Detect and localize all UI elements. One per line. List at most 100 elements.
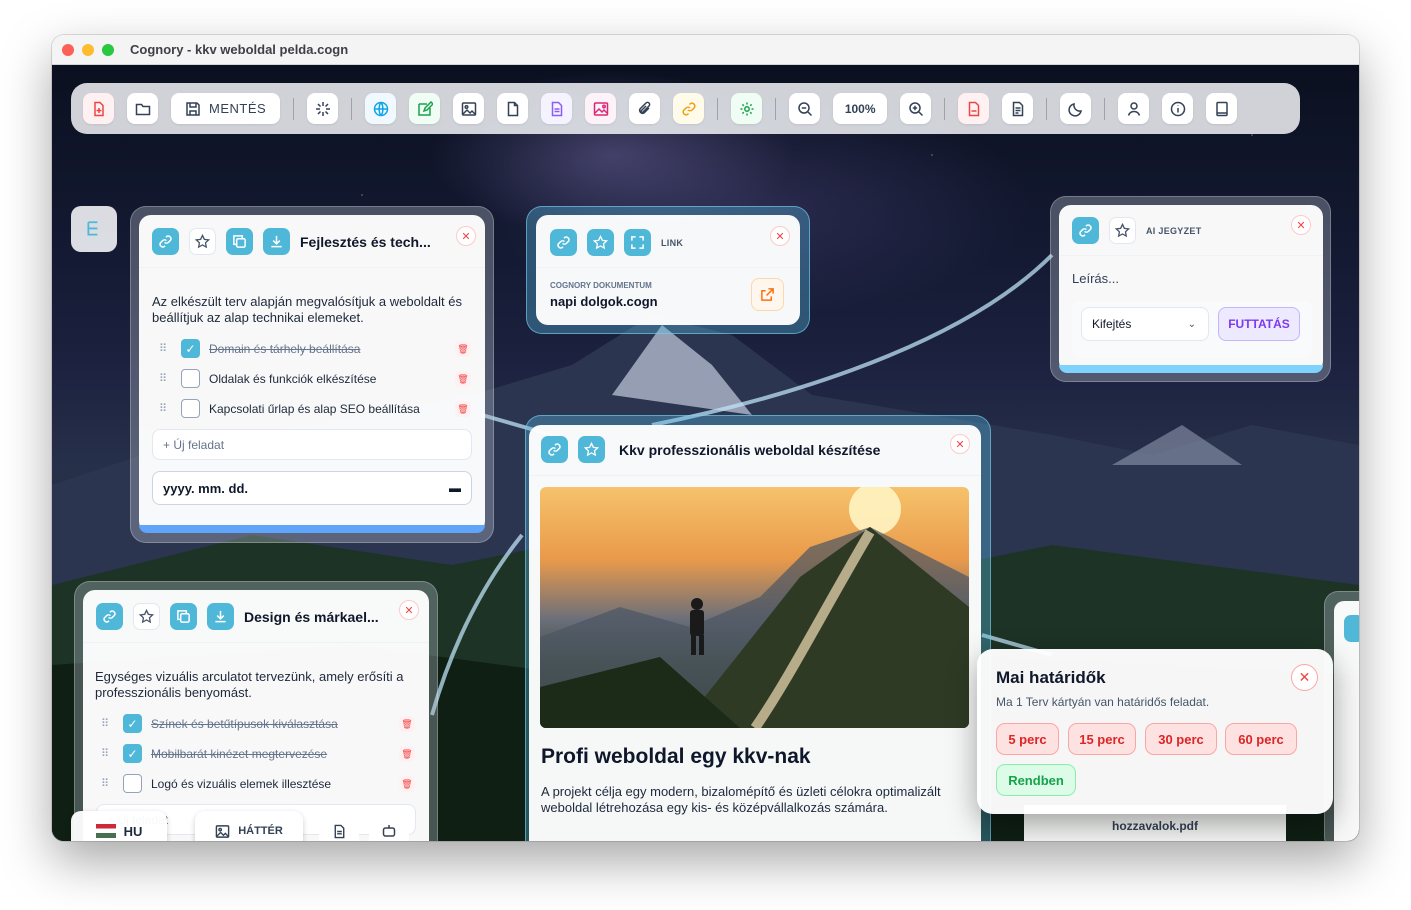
document-view-button[interactable]: [319, 811, 359, 841]
delete-task-button[interactable]: 🗑: [399, 776, 415, 792]
open-folder-button[interactable]: [127, 93, 158, 124]
task-checkbox[interactable]: ✓: [123, 744, 142, 763]
delete-task-button[interactable]: 🗑: [455, 371, 471, 387]
settings-button[interactable]: [731, 93, 763, 124]
task-item[interactable]: ⠿ Logó és vizuális elemek illesztése: [101, 774, 331, 793]
run-button[interactable]: FUTTATÁS: [1218, 307, 1300, 341]
close-card-button[interactable]: ✕: [399, 600, 419, 620]
picture-button[interactable]: [585, 93, 617, 124]
snooze-15-button[interactable]: 15 perc: [1068, 723, 1136, 755]
close-card-button[interactable]: ✕: [1291, 215, 1311, 235]
close-card-button[interactable]: ✕: [456, 226, 476, 246]
save-button[interactable]: MENTÉS: [171, 93, 281, 124]
favorite-chip[interactable]: [1109, 217, 1136, 244]
zoom-out-button[interactable]: [789, 93, 821, 124]
drag-handle-icon[interactable]: ⠿: [159, 342, 181, 355]
favorite-chip[interactable]: [578, 436, 605, 463]
user-button[interactable]: [1118, 93, 1150, 124]
link-chip[interactable]: [96, 603, 123, 630]
drag-handle-icon[interactable]: ⠿: [101, 747, 123, 760]
language-button[interactable]: HU: [71, 811, 167, 841]
link-chip[interactable]: [1072, 217, 1099, 244]
linked-document-name[interactable]: napi dolgok.cogn: [550, 294, 658, 309]
expand-chip[interactable]: [624, 229, 651, 256]
main-card[interactable]: Kkv professzionális weboldal készítése ✕: [529, 425, 981, 841]
text-document-button[interactable]: [541, 93, 573, 124]
task-item[interactable]: ⠿ ✓ Domain és tárhely beállítása: [159, 339, 360, 358]
partial-card[interactable]: [1334, 601, 1359, 841]
ai-prompt-input[interactable]: Leírás...: [1072, 271, 1119, 286]
background-button[interactable]: HÁTTÉR: [195, 811, 303, 841]
favorite-chip[interactable]: [133, 603, 160, 630]
task-item[interactable]: ⠿ Kapcsolati űrlap és alap SEO beállítás…: [159, 399, 420, 418]
maximize-window-button[interactable]: [102, 43, 114, 56]
delete-task-button[interactable]: 🗑: [399, 716, 415, 732]
task-checkbox[interactable]: ✓: [123, 714, 142, 733]
task-item[interactable]: ⠿ Oldalak és funkciók elkészítése: [159, 369, 376, 388]
new-file-button[interactable]: [83, 93, 114, 124]
divider: [536, 267, 800, 268]
note-button[interactable]: [409, 93, 441, 124]
board-canvas[interactable]: MENTÉS 100% Fejlesztés és tech... ✕ Az e…: [52, 65, 1359, 841]
link-card[interactable]: LINK ✕ COGNORY DOKUMENTUM napi dolgok.co…: [536, 215, 800, 325]
new-task-input[interactable]: + Új feladat: [152, 429, 472, 460]
snooze-30-button[interactable]: 30 perc: [1145, 723, 1217, 755]
book-button[interactable]: [1206, 93, 1238, 124]
drag-handle-icon[interactable]: ⠿: [159, 372, 181, 385]
close-window-button[interactable]: [62, 43, 74, 56]
task-item[interactable]: ⠿ ✓ Mobilbarát kinézet megtervezése: [101, 744, 327, 763]
snooze-5-button[interactable]: 5 perc: [996, 723, 1059, 755]
design-card[interactable]: Design és márkael... ✕ Egységes vizuális…: [83, 590, 429, 841]
drag-handle-icon[interactable]: ⠿: [101, 777, 123, 790]
task-item[interactable]: ⠿ ✓ Színek és betűtípusok kiválasztása: [101, 714, 338, 733]
chevron-down-icon: ⌄: [1187, 318, 1196, 330]
task-checkbox[interactable]: ✓: [181, 339, 200, 358]
dark-mode-button[interactable]: [1060, 93, 1092, 124]
document-button[interactable]: [497, 93, 529, 124]
minimize-window-button[interactable]: [82, 43, 94, 56]
magic-button[interactable]: [307, 93, 339, 124]
ok-button[interactable]: Rendben: [996, 764, 1076, 796]
deadline-date-input[interactable]: yyyy. mm. dd. ▬: [152, 471, 472, 505]
robot-button[interactable]: [369, 811, 409, 841]
calendar-icon[interactable]: ▬: [449, 481, 461, 495]
ai-card[interactable]: AI JEGYZET ✕ Leírás... Kifejtés ⌄ FUTTAT…: [1059, 205, 1323, 373]
close-card-button[interactable]: ✕: [950, 434, 970, 454]
close-card-button[interactable]: ✕: [770, 226, 790, 246]
download-chip[interactable]: [263, 228, 290, 255]
attachment-button[interactable]: [629, 93, 661, 124]
download-chip[interactable]: [207, 603, 234, 630]
link-button[interactable]: [673, 93, 705, 124]
task-checkbox[interactable]: [181, 399, 200, 418]
delete-task-button[interactable]: 🗑: [455, 341, 471, 357]
delete-task-button[interactable]: 🗑: [399, 746, 415, 762]
info-button[interactable]: [1162, 93, 1194, 124]
drag-handle-icon[interactable]: ⠿: [101, 717, 123, 730]
link-chip[interactable]: [550, 229, 577, 256]
link-chip[interactable]: [1344, 615, 1359, 642]
duplicate-chip[interactable]: [226, 228, 253, 255]
snooze-60-button[interactable]: 60 perc: [1225, 723, 1297, 755]
zoom-level[interactable]: 100%: [833, 93, 888, 124]
new-file-icon: [93, 101, 104, 116]
globe-button[interactable]: [365, 93, 397, 124]
zoom-in-button[interactable]: [900, 93, 932, 124]
mode-select[interactable]: Kifejtés ⌄: [1081, 307, 1209, 341]
favorite-chip[interactable]: [587, 229, 614, 256]
favorite-chip[interactable]: [189, 228, 216, 255]
delete-task-button[interactable]: 🗑: [455, 401, 471, 417]
page-button[interactable]: [1002, 93, 1034, 124]
image-button[interactable]: [453, 93, 485, 124]
duplicate-chip[interactable]: [170, 603, 197, 630]
open-link-button[interactable]: [751, 278, 784, 311]
structure-button[interactable]: [71, 206, 117, 252]
close-popup-button[interactable]: ✕: [1291, 664, 1318, 691]
link-chip[interactable]: [152, 228, 179, 255]
task-checkbox[interactable]: [181, 369, 200, 388]
task-checkbox[interactable]: [123, 774, 142, 793]
drag-handle-icon[interactable]: ⠿: [159, 402, 181, 415]
link-icon: [159, 235, 172, 248]
pdf-export-button[interactable]: [958, 93, 990, 124]
link-chip[interactable]: [541, 436, 568, 463]
dev-card[interactable]: Fejlesztés és tech... ✕ Az elkészült ter…: [139, 215, 485, 533]
